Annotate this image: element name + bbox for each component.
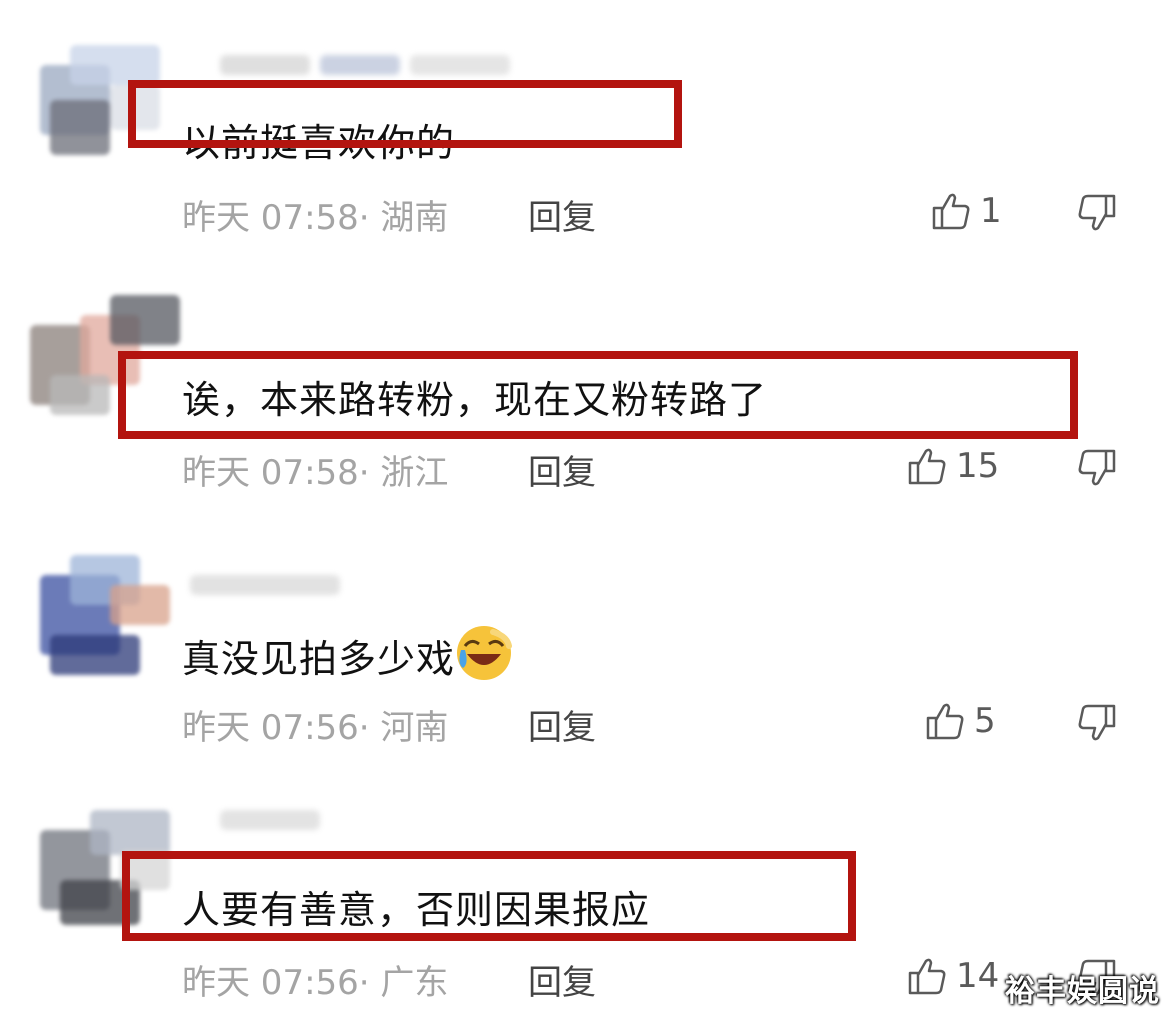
comment-item: 真没见拍多少戏 昨天 07:56· 河南 回复 5 — [0, 510, 1170, 765]
comment-location: · 河南 — [358, 708, 449, 748]
comment-time: 昨天 07:58 — [182, 198, 359, 238]
avatar[interactable] — [10, 535, 210, 685]
like-count: 15 — [956, 446, 1000, 486]
like-button[interactable]: 14 — [906, 955, 999, 997]
comment-meta: 昨天 07:56· 广东 — [182, 955, 448, 1004]
thumbs-down-icon — [1078, 704, 1116, 741]
like-button[interactable]: 1 — [930, 190, 1002, 232]
like-count: 1 — [980, 191, 1002, 231]
comment-meta: 昨天 07:56· 河南 — [182, 700, 448, 749]
username-blurred — [190, 565, 350, 605]
reply-button[interactable]: 回复 — [528, 190, 596, 239]
comment-location: · 浙江 — [358, 453, 449, 493]
dislike-button[interactable] — [1076, 192, 1118, 238]
comment-location: · 广东 — [358, 963, 449, 1003]
watermark: 裕丰娱圆说 — [1005, 974, 1160, 1009]
like-count: 5 — [974, 701, 996, 741]
reply-button[interactable]: 回复 — [528, 955, 596, 1004]
highlight-box — [122, 851, 856, 941]
thumbs-up-icon — [932, 193, 970, 230]
thumbs-up-icon — [908, 958, 946, 995]
comment-item: 人要有善意，否则因果报应 昨天 07:56· 广东 回复 14 — [0, 765, 1170, 1020]
comment-meta: 昨天 07:58· 湖南 — [182, 190, 448, 239]
like-button[interactable]: 15 — [906, 445, 999, 487]
like-button[interactable]: 5 — [924, 700, 996, 742]
comment-location: · 湖南 — [358, 198, 449, 238]
dislike-button[interactable] — [1076, 702, 1118, 748]
reply-button[interactable]: 回复 — [528, 445, 596, 494]
comment-time: 昨天 07:56 — [182, 708, 359, 748]
comment-item: 诶，本来路转粉，现在又粉转路了 昨天 07:58· 浙江 回复 15 — [0, 255, 1170, 510]
laughing-crying-emoji — [457, 626, 513, 680]
username-blurred — [220, 45, 520, 85]
thumbs-down-icon — [1078, 194, 1116, 231]
username-blurred — [220, 800, 330, 840]
thumbs-up-icon — [926, 703, 964, 740]
reply-button[interactable]: 回复 — [528, 700, 596, 749]
comment-item: 以前挺喜欢你的 昨天 07:58· 湖南 回复 1 — [0, 0, 1170, 255]
thumbs-down-icon — [1078, 449, 1116, 486]
like-count: 14 — [956, 956, 1000, 996]
dislike-button[interactable] — [1076, 447, 1118, 493]
highlight-box — [118, 351, 1078, 439]
highlight-box — [128, 80, 682, 148]
comment-time: 昨天 07:56 — [182, 963, 359, 1003]
thumbs-up-icon — [908, 448, 946, 485]
comment-time: 昨天 07:58 — [182, 453, 359, 493]
comment-text: 真没见拍多少戏 — [182, 624, 513, 683]
comment-meta: 昨天 07:58· 浙江 — [182, 445, 448, 494]
